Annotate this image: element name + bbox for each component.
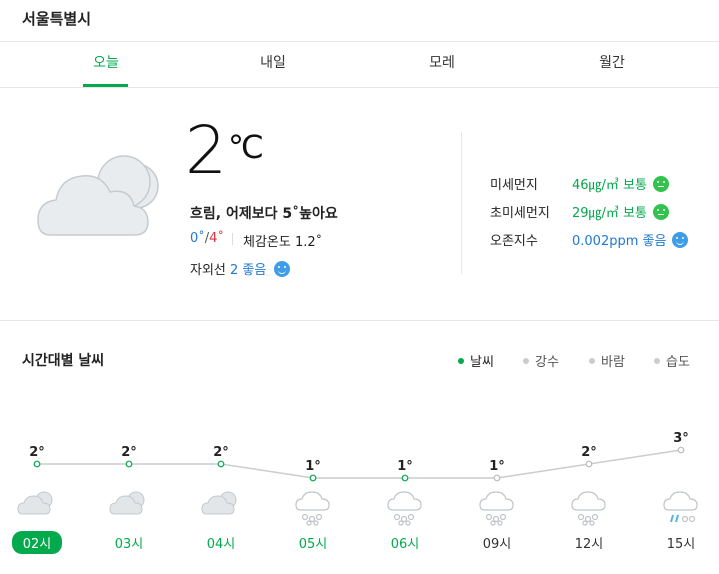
rain-snow-icon bbox=[661, 488, 701, 530]
divider bbox=[232, 233, 233, 245]
uv-value: 2 좋음 bbox=[230, 263, 267, 278]
temperature-point bbox=[585, 460, 593, 468]
good-face-icon bbox=[273, 261, 290, 277]
legend-dot bbox=[523, 357, 529, 364]
legend-label: 바람 bbox=[601, 355, 625, 370]
hour-label: 02시 bbox=[12, 531, 62, 554]
air-quality-value: 29㎍/㎥ 보통 bbox=[572, 206, 647, 221]
divider bbox=[0, 41, 719, 42]
air-quality-row[interactable]: 미세먼지 46㎍/㎥ 보통 bbox=[490, 174, 669, 193]
snow-icon bbox=[293, 488, 333, 530]
legend-dot bbox=[654, 357, 660, 364]
legend-label: 습도 bbox=[666, 355, 690, 370]
snow-icon bbox=[477, 488, 517, 530]
temperature-value-label: 1° bbox=[305, 459, 321, 474]
temperature-value-label: 1° bbox=[397, 459, 413, 474]
current-temperature: 2 bbox=[185, 112, 227, 189]
good-face-icon bbox=[672, 231, 689, 248]
uv-index: 자외선 2 좋음 bbox=[190, 259, 290, 278]
hour-label: 03시 bbox=[114, 537, 144, 552]
cloudy-icon bbox=[109, 488, 149, 522]
legend-weather[interactable]: 날씨 bbox=[458, 351, 494, 370]
legend-label: 강수 bbox=[535, 355, 559, 370]
cloudy-icon bbox=[37, 155, 159, 236]
uv-label: 자외선 bbox=[190, 263, 226, 278]
min-max-temperature: 0˚/4˚ bbox=[190, 231, 224, 246]
temperature-unit: ℃ bbox=[228, 128, 264, 166]
feels-like: 체감온도 1.2˚ bbox=[243, 235, 323, 250]
hourly-title: 시간대별 날씨 bbox=[22, 353, 105, 369]
normal-face-icon bbox=[652, 175, 669, 192]
air-quality-value: 0.002ppm 좋음 bbox=[572, 234, 667, 249]
temperature-point bbox=[309, 474, 317, 482]
divider bbox=[0, 87, 719, 88]
hour-label: 06시 bbox=[390, 537, 420, 552]
snow-icon bbox=[569, 488, 609, 530]
max-temperature: 4˚ bbox=[209, 231, 224, 246]
tab-today[interactable]: 오늘 bbox=[66, 52, 146, 72]
hour-label: 04시 bbox=[206, 537, 236, 552]
legend-wind[interactable]: 바람 bbox=[589, 351, 625, 370]
air-quality-value: 46㎍/㎥ 보통 bbox=[572, 178, 647, 193]
temperature-value-label: 2° bbox=[213, 445, 229, 460]
hour-label: 12시 bbox=[574, 537, 604, 552]
legend-dot bbox=[589, 357, 595, 364]
hourly-temperature-chart: 2° 2° 2° 1° 1° 1° 2° 3° bbox=[29, 431, 689, 482]
normal-face-icon bbox=[652, 203, 669, 220]
temperature-point bbox=[33, 460, 41, 468]
temperature-value-label: 2° bbox=[121, 445, 137, 460]
hour-label: 09시 bbox=[482, 537, 512, 552]
air-quality-row[interactable]: 오존지수 0.002ppm 좋음 bbox=[490, 230, 689, 249]
temperature-value-label: 1° bbox=[489, 459, 505, 474]
snow-icon bbox=[385, 488, 425, 530]
legend-humidity[interactable]: 습도 bbox=[654, 351, 690, 370]
legend-dot bbox=[458, 357, 464, 364]
legend-precipitation[interactable]: 강수 bbox=[523, 351, 559, 370]
temperature-value-label: 2° bbox=[29, 445, 45, 460]
tab-monthly[interactable]: 월간 bbox=[572, 52, 652, 72]
temperature-point bbox=[677, 446, 685, 454]
temperature-point bbox=[493, 474, 501, 482]
cloudy-icon bbox=[17, 488, 57, 522]
air-quality-row[interactable]: 초미세먼지 29㎍/㎥ 보통 bbox=[490, 202, 669, 221]
air-quality-label: 오존지수 bbox=[490, 234, 538, 249]
tab-tomorrow[interactable]: 내일 bbox=[233, 52, 313, 72]
temperature-point bbox=[401, 474, 409, 482]
air-quality-label: 미세먼지 bbox=[490, 178, 538, 193]
legend-label: 날씨 bbox=[470, 355, 494, 370]
cloudy-icon bbox=[201, 488, 241, 522]
hour-label: 05시 bbox=[298, 537, 328, 552]
weather-summary: 흐림, 어제보다 5˚높아요 bbox=[190, 206, 338, 222]
temperature-value-label: 2° bbox=[581, 445, 597, 460]
temperature-point bbox=[125, 460, 133, 468]
temperature-point bbox=[217, 460, 225, 468]
air-quality-label: 초미세먼지 bbox=[490, 206, 550, 221]
hour-label: 15시 bbox=[666, 537, 696, 552]
min-temperature: 0˚ bbox=[190, 231, 205, 246]
tab-day-after[interactable]: 모레 bbox=[402, 52, 482, 72]
divider bbox=[461, 132, 462, 274]
temperature-value-label: 3° bbox=[673, 431, 689, 446]
location-title: 서울특별시 bbox=[22, 10, 92, 28]
divider bbox=[0, 320, 719, 321]
